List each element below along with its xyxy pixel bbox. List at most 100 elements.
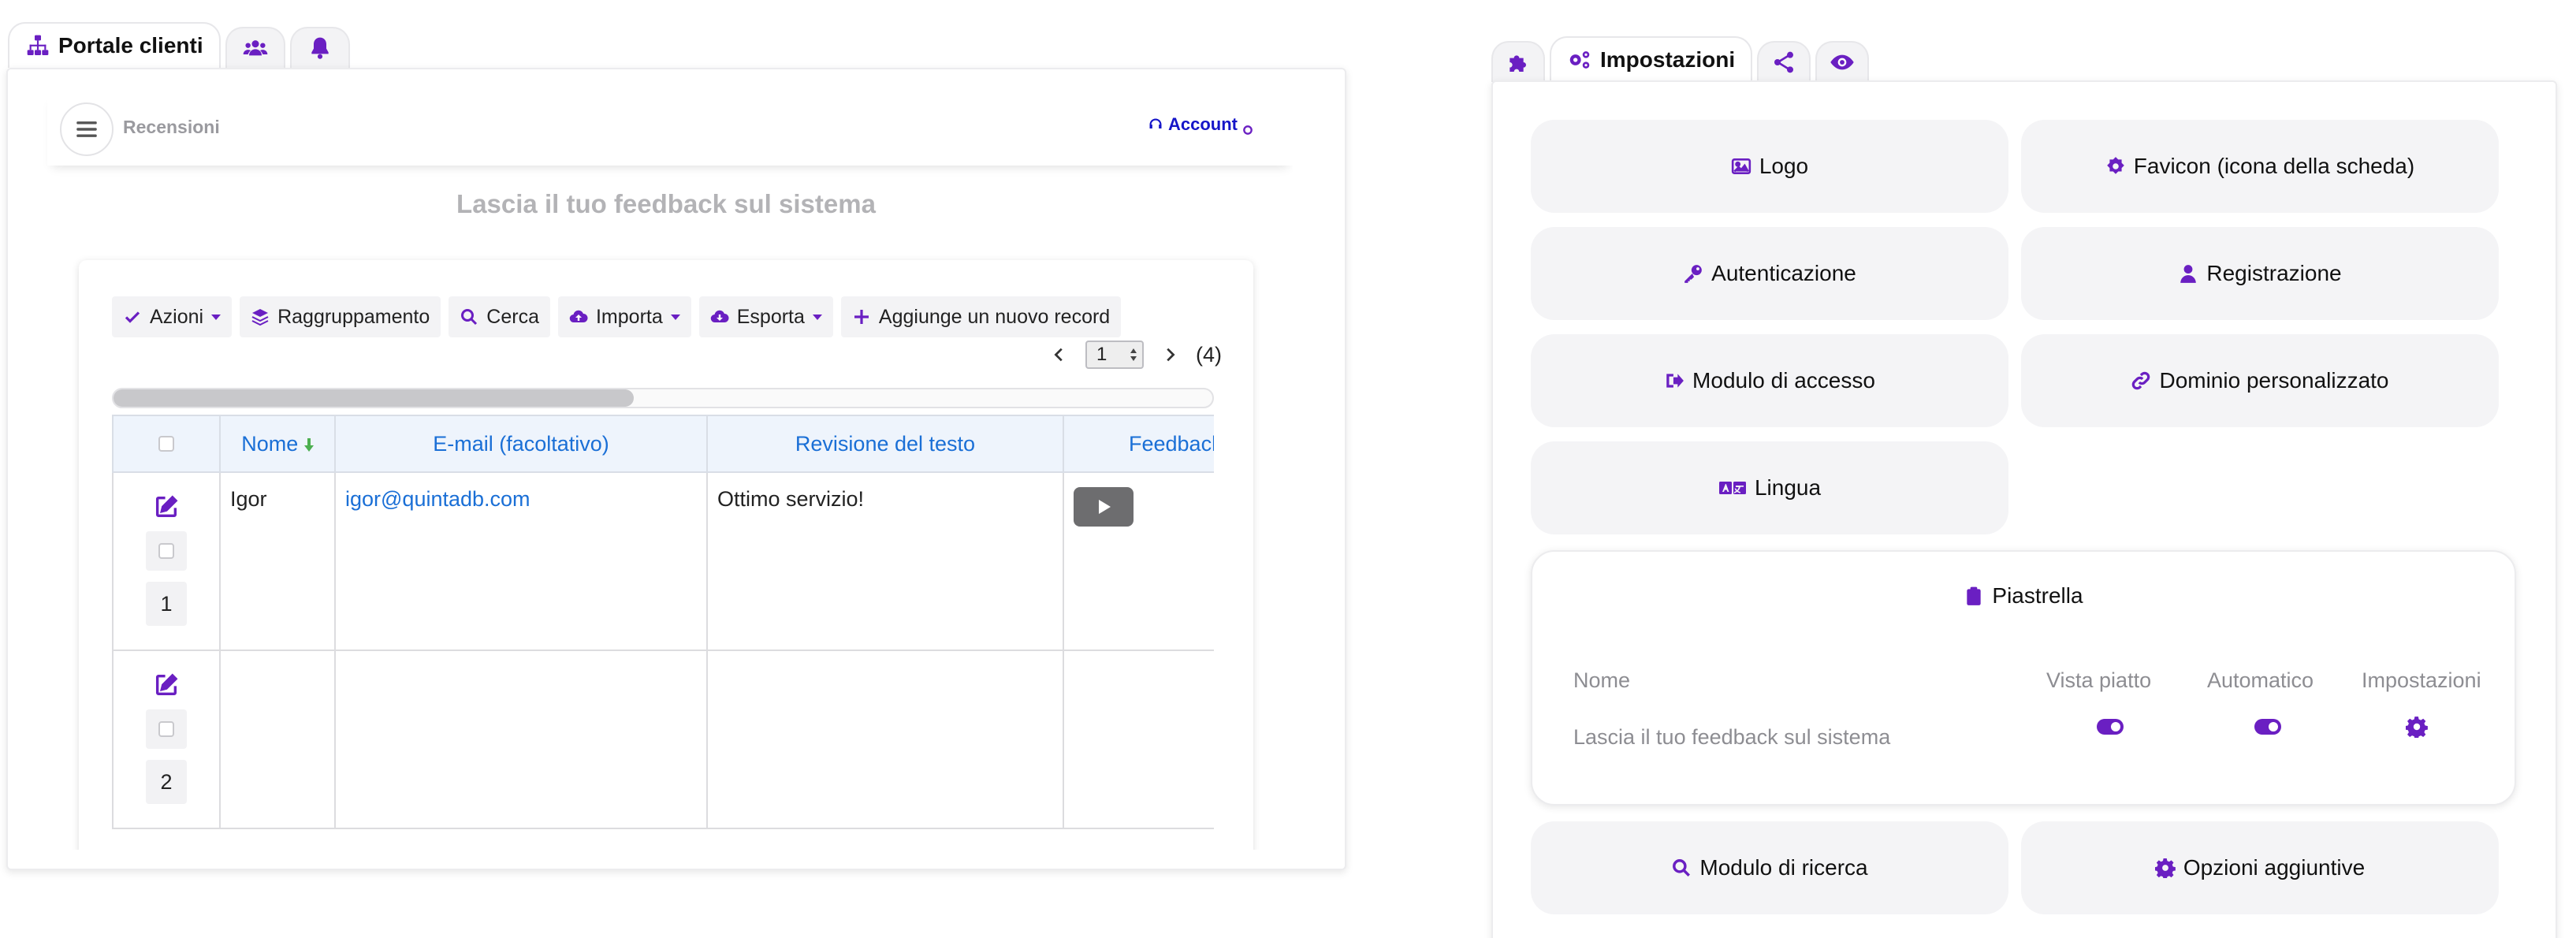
- caret-down-icon: [670, 314, 680, 320]
- hamburger-menu-button[interactable]: [60, 102, 114, 156]
- tab-plugins[interactable]: [1491, 41, 1545, 82]
- gear-icon: [1242, 125, 1253, 136]
- email-link[interactable]: igor@quintadb.com: [345, 487, 530, 511]
- table-header-row: Nome E-mail (facoltativo) Revisione del …: [112, 415, 1214, 473]
- cell-feedback[interactable]: [1063, 471, 1214, 651]
- table-row: 2: [112, 650, 1214, 829]
- column-header-email[interactable]: E-mail (facoltativo): [334, 415, 708, 473]
- search-form-button[interactable]: Modulo di ricerca: [1531, 821, 2008, 914]
- tab-share[interactable]: [1757, 41, 1811, 82]
- column-header-nome[interactable]: Nome: [219, 415, 336, 473]
- cell-email[interactable]: [334, 650, 708, 829]
- app-topbar: Recensioni Account: [47, 93, 1293, 166]
- column-header-revisione[interactable]: Revisione del testo: [706, 415, 1064, 473]
- left-tabbar: Portale clienti: [8, 22, 355, 68]
- page-select-value: 1: [1096, 344, 1107, 365]
- user-icon: [2178, 263, 2198, 284]
- play-button[interactable]: [1074, 487, 1134, 527]
- settings-panel: Logo Favicon (icona della scheda) Autent…: [1491, 80, 2557, 938]
- import-button[interactable]: Importa: [557, 296, 691, 337]
- sort-arrow-icon: [303, 437, 314, 452]
- tab-users[interactable]: [225, 27, 285, 68]
- tab-preview[interactable]: [1815, 41, 1870, 82]
- row-select-cell: [146, 531, 187, 571]
- search-form-label: Modulo di ricerca: [1699, 855, 1868, 880]
- search-button[interactable]: Cerca: [449, 296, 550, 337]
- row-controls: 2: [112, 650, 221, 829]
- login-form-button[interactable]: Modulo di accesso: [1531, 334, 2008, 427]
- export-button[interactable]: Esporta: [698, 296, 833, 337]
- actions-label: Azioni: [150, 305, 204, 328]
- prev-page-icon[interactable]: [1051, 346, 1068, 363]
- favicon-button[interactable]: Favicon (icona della scheda): [2021, 120, 2499, 213]
- tab-impostazioni[interactable]: Impostazioni: [1550, 36, 1753, 82]
- export-label: Esporta: [736, 305, 805, 328]
- add-record-button[interactable]: Aggiunge un nuovo record: [840, 296, 1122, 337]
- tile-settings-gear-icon[interactable]: [2406, 716, 2428, 738]
- puzzle-icon: [1506, 50, 1531, 75]
- cloud-download-icon: [710, 307, 729, 326]
- account-label: Account: [1168, 114, 1238, 134]
- next-page-icon[interactable]: [1161, 346, 1178, 363]
- cell-feedback[interactable]: [1063, 650, 1214, 829]
- cell-revisione[interactable]: Ottimo servizio!: [706, 471, 1064, 651]
- select-all-header[interactable]: [112, 415, 221, 473]
- cell-nome[interactable]: [219, 650, 336, 829]
- row-number: 2: [146, 760, 187, 804]
- tab-label: Portale clienti: [58, 33, 203, 58]
- sitemap-icon: [25, 33, 50, 58]
- gears-icon: [1567, 47, 1592, 73]
- play-icon: [1094, 497, 1113, 516]
- language-button[interactable]: Lingua: [1531, 441, 2008, 534]
- tile-settings-card: Piastrella Nome Vista piatto Automatico …: [1531, 550, 2516, 806]
- layers-icon: [251, 307, 270, 326]
- row-number: 1: [146, 582, 187, 626]
- import-label: Importa: [595, 305, 663, 328]
- column-label: Nome: [241, 431, 299, 456]
- cloud-upload-icon: [569, 307, 588, 326]
- logo-label: Logo: [1759, 154, 1809, 178]
- row-checkbox[interactable]: [158, 543, 174, 559]
- app-preview: Recensioni Account Lascia il tuo feedbac…: [39, 93, 1293, 850]
- record-count: (4): [1196, 342, 1222, 367]
- edit-icon[interactable]: [153, 493, 180, 520]
- edit-icon[interactable]: [153, 672, 180, 698]
- flat-view-toggle[interactable]: [2097, 719, 2124, 735]
- registration-button[interactable]: Registrazione: [2021, 227, 2499, 320]
- tile-col-name: Nome: [1573, 668, 1631, 692]
- authentication-button[interactable]: Autenticazione: [1531, 227, 2008, 320]
- image-icon: [1731, 156, 1751, 177]
- users-icon: [243, 35, 268, 61]
- account-link[interactable]: Account: [1148, 114, 1253, 136]
- registration-label: Registrazione: [2206, 261, 2342, 285]
- custom-domain-button[interactable]: Dominio personalizzato: [2021, 334, 2499, 427]
- cell-email[interactable]: igor@quintadb.com: [334, 471, 708, 651]
- horizontal-scrollbar[interactable]: [112, 388, 1214, 408]
- search-icon: [1671, 858, 1692, 878]
- table-row: 1 Igor igor@quintadb.com Ottimo servizio…: [112, 471, 1214, 651]
- row-controls: 1: [112, 471, 221, 651]
- cell-nome[interactable]: Igor: [219, 471, 336, 651]
- row-checkbox[interactable]: [158, 721, 174, 737]
- tab-notifications[interactable]: [289, 27, 350, 68]
- tile-col-automatic: Automatico: [2207, 668, 2314, 692]
- pagination: 1 (4): [1051, 341, 1222, 369]
- logo-button[interactable]: Logo: [1531, 120, 2008, 213]
- grouping-button[interactable]: Raggruppamento: [240, 296, 441, 337]
- actions-button[interactable]: Azioni: [112, 296, 233, 337]
- column-header-feedback[interactable]: Feedback: [1063, 415, 1214, 473]
- share-icon: [1771, 50, 1796, 75]
- automatic-toggle[interactable]: [2254, 719, 2281, 735]
- gear-icon: [2105, 156, 2126, 177]
- select-all-checkbox[interactable]: [158, 436, 174, 452]
- page-select[interactable]: 1: [1085, 341, 1144, 369]
- custom-domain-label: Dominio personalizzato: [2159, 368, 2389, 393]
- cell-revisione[interactable]: [706, 650, 1064, 829]
- search-label: Cerca: [486, 305, 539, 328]
- link-icon: [2131, 370, 2151, 391]
- horizontal-scroll-thumb[interactable]: [114, 389, 634, 407]
- tile-col-flat-view: Vista piatto: [2046, 668, 2152, 692]
- extra-options-button[interactable]: Opzioni aggiuntive: [2021, 821, 2499, 914]
- tab-portale-clienti[interactable]: Portale clienti: [8, 22, 221, 68]
- portal-preview-panel: Recensioni Account Lascia il tuo feedbac…: [6, 68, 1346, 870]
